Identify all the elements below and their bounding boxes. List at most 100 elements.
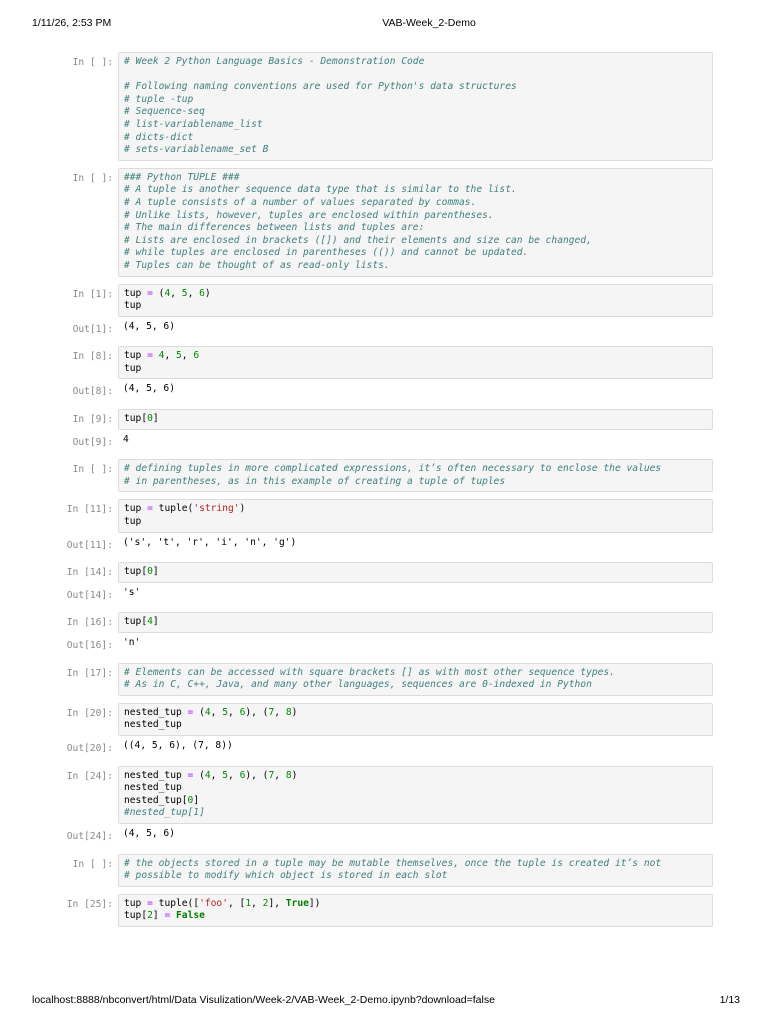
code-input-area[interactable]: # Week 2 Python Language Basics - Demons… — [118, 52, 713, 161]
code-text: # Week 2 Python Language Basics - Demons… — [124, 56, 707, 157]
notebook-cell[interactable]: In [16]: tup[4] Out[16]: 'n' — [0, 612, 768, 655]
notebook-cell[interactable]: In [ ]: # defining tuples in more complic… — [0, 459, 768, 493]
input-prompt: In [16]: — [66, 617, 113, 629]
output-text: (4, 5, 6) — [123, 383, 175, 395]
output-prompt: Out[20]: — [66, 742, 113, 754]
code-input-area[interactable]: # defining tuples in more complicated ex… — [118, 459, 713, 493]
cell-output: 4 — [118, 430, 713, 453]
notebook-cell[interactable]: In [14]: tup[0] Out[14]: 's' — [0, 562, 768, 605]
code-token: # As in C, C++, Java, and many other lan… — [124, 679, 592, 691]
code-token: ( — [152, 287, 165, 299]
code-token: tuple([ — [152, 897, 200, 909]
cell-output: ((4, 5, 6), (7, 8)) — [118, 736, 713, 759]
code-token: # Elements can be accessed with square b… — [124, 666, 615, 678]
input-prompt: In [ ]: — [72, 464, 113, 476]
code-token: , — [274, 769, 286, 781]
print-url: localhost:8888/nbconvert/html/Data Visul… — [32, 994, 495, 1006]
code-token: nested_tup — [124, 782, 182, 794]
code-input-area[interactable]: tup = tuple('string') tup — [118, 499, 713, 533]
notebook-cell[interactable]: In [11]: tup = tuple('string') tup Out[11]… — [0, 499, 768, 555]
code-token: # defining tuples in more complicated ex… — [124, 463, 662, 475]
code-token: tuple( — [152, 503, 194, 515]
code-token: tup[ — [124, 566, 148, 578]
cell-output: (4, 5, 6) — [118, 824, 713, 847]
input-prompt: In [14]: — [66, 567, 113, 579]
code-text: tup[4] — [124, 616, 707, 629]
code-token: , — [251, 897, 263, 909]
notebook-cell[interactable]: In [ ]: ### Python TUPLE ### # A tuple is… — [0, 167, 768, 277]
code-token: #nested_tup[1] — [124, 807, 205, 819]
code-token: # sets-variablename_set B — [124, 144, 269, 156]
code-token: ### Python TUPLE ### — [124, 171, 240, 183]
code-text: ### Python TUPLE ### # A tuple is anothe… — [124, 172, 707, 273]
notebook-cell[interactable]: In [8]: tup = 4, 5, 6 tup Out[8]: (4, 5, 6) — [0, 346, 768, 402]
code-input-area[interactable]: tup = 4, 5, 6 tup — [118, 346, 713, 380]
code-token: # A tuple is another sequence data type … — [124, 184, 517, 196]
notebook-cell[interactable]: In [1]: tup = (4, 5, 6) tup Out[1]: (4, 5, … — [0, 283, 768, 340]
output-text: (4, 5, 6) — [123, 320, 175, 332]
notebook-cell[interactable]: In [17]: # Elements can be accessed with … — [0, 662, 768, 696]
code-text: tup = 4, 5, 6 tup — [124, 350, 707, 375]
code-input-area[interactable]: # Elements can be accessed with square b… — [118, 662, 713, 696]
code-token: tup — [124, 300, 142, 312]
code-token: ] — [152, 413, 159, 425]
code-token: tup — [124, 362, 142, 374]
code-token: # possible to modify which object is sto… — [124, 870, 448, 882]
notebook-cell[interactable]: In [24]: nested_tup = (4, 5, 6), (7, 8) n… — [0, 765, 768, 847]
code-input-area[interactable]: tup[4] — [118, 612, 713, 633]
cell-output: ('s', 't', 'r', 'i', 'n', 'g') — [118, 533, 713, 556]
code-token: ) — [291, 706, 298, 718]
output-prompt: Out[24]: — [66, 830, 113, 842]
output-prompt: Out[9]: — [72, 436, 113, 448]
code-input-area[interactable]: tup = (4, 5, 6) tup — [118, 283, 713, 317]
code-input-area[interactable]: ### Python TUPLE ### # A tuple is anothe… — [118, 167, 713, 277]
code-token: ] — [152, 566, 159, 578]
input-prompt: In [8]: — [72, 351, 113, 363]
code-token: tup — [124, 897, 148, 909]
code-input-area[interactable]: tup[0] — [118, 409, 713, 430]
notebook: In [ ]: # Week 2 Python Language Basics -… — [0, 52, 768, 934]
code-token: , — [181, 350, 194, 362]
code-token: nested_tup — [124, 719, 182, 731]
code-text: # Elements can be accessed with square b… — [124, 667, 707, 692]
code-token: 'foo' — [199, 897, 228, 909]
code-input-area[interactable]: nested_tup = (4, 5, 6), (7, 8) nested_tu… — [118, 702, 713, 736]
code-text: tup[0] — [124, 413, 707, 426]
code-token: tup — [124, 287, 148, 299]
code-input-area[interactable]: nested_tup = (4, 5, 6), (7, 8) nested_tu… — [118, 765, 713, 824]
code-token: tup — [124, 503, 148, 515]
code-token: 'string' — [193, 503, 240, 515]
code-token: , — [228, 769, 240, 781]
input-prompt: In [24]: — [66, 770, 113, 782]
code-token: ), ( — [245, 706, 269, 718]
code-token: # Sequence-seq — [124, 106, 205, 118]
code-token: # Tuples can be thought of as read-only … — [124, 259, 390, 271]
code-input-area[interactable]: tup = tuple(['foo', [1, 2], True]) tup[2… — [118, 893, 713, 927]
code-token: ) — [239, 503, 246, 515]
code-token: ], — [268, 897, 286, 909]
notebook-cell[interactable]: In [9]: tup[0] Out[9]: 4 — [0, 409, 768, 452]
code-input-area[interactable]: # the objects stored in a tuple may be m… — [118, 853, 713, 887]
code-token: # in parentheses, as in this example of … — [124, 475, 506, 487]
code-input-area[interactable]: tup[0] — [118, 562, 713, 583]
code-token: # A tuple consists of a number of values… — [124, 196, 477, 208]
code-text: tup = tuple('string') tup — [124, 503, 707, 528]
code-token: # Week 2 Python Language Basics - Demons… — [124, 56, 425, 67]
input-prompt: In [20]: — [66, 707, 113, 719]
code-token: ( — [193, 706, 205, 718]
notebook-cell[interactable]: In [ ]: # Week 2 Python Language Basics -… — [0, 52, 768, 161]
code-token: # dicts-dict — [124, 131, 194, 143]
code-text: tup[0] — [124, 566, 707, 579]
code-token: 6 — [193, 350, 200, 362]
cell-output: (4, 5, 6) — [118, 317, 713, 340]
output-text: ((4, 5, 6), (7, 8)) — [123, 739, 233, 751]
code-token: # while tuples are enclosed in parenthes… — [124, 247, 529, 259]
notebook-cell[interactable]: In [ ]: # the objects stored in a tuple m… — [0, 853, 768, 887]
output-prompt: Out[11]: — [66, 539, 113, 551]
code-token: , — [164, 350, 177, 362]
notebook-cell[interactable]: In [25]: tup = tuple(['foo', [1, 2], True… — [0, 893, 768, 927]
code-token: tup — [124, 516, 142, 528]
notebook-cell[interactable]: In [20]: nested_tup = (4, 5, 6), (7, 8) n… — [0, 702, 768, 759]
code-token: # The main differences between lists and… — [124, 222, 425, 234]
code-token: , [ — [228, 897, 246, 909]
